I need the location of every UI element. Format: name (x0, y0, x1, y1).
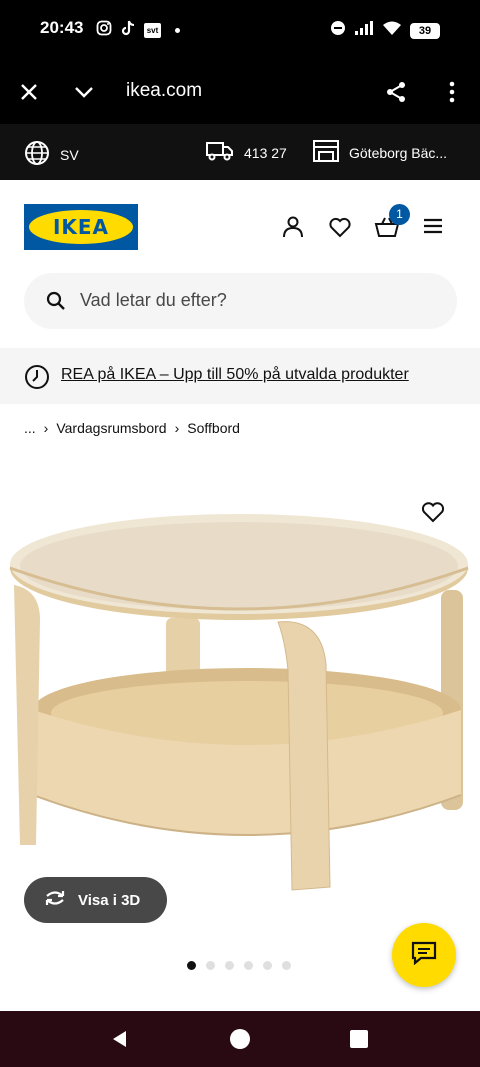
breadcrumb-item[interactable]: Soffbord (187, 420, 240, 436)
add-to-favorites-icon[interactable] (420, 500, 446, 529)
location-strip: SV 413 27 Göteborg Bäc... (0, 124, 480, 180)
url-text[interactable]: ikea.com (126, 80, 202, 102)
back-icon[interactable] (108, 1027, 132, 1051)
store-name: Göteborg Bäc... (349, 144, 448, 161)
recents-icon[interactable] (347, 1027, 371, 1051)
chevron-right-icon: › (174, 420, 180, 436)
share-icon[interactable] (382, 78, 410, 106)
signal-icon (354, 20, 374, 41)
carousel-dot[interactable] (206, 961, 215, 970)
carousel-dot[interactable] (282, 961, 291, 970)
carousel-dot[interactable] (187, 961, 196, 970)
image-carousel-dots (187, 961, 291, 970)
globe-icon (24, 140, 50, 169)
breadcrumb-ellipsis[interactable]: ... (24, 420, 36, 436)
product-image[interactable] (0, 450, 480, 910)
search-icon (46, 291, 66, 316)
store-selector[interactable]: Göteborg Bäc... (313, 140, 447, 165)
promo-banner: REA på IKEA – Upp till 50% på utvalda pr… (0, 348, 480, 404)
rotate-3d-icon (42, 888, 68, 912)
view-in-3d-label: Visa i 3D (78, 891, 141, 909)
truck-icon (206, 140, 234, 165)
battery-icon: 39 (410, 22, 440, 39)
ikea-logo[interactable]: IKEA (24, 204, 138, 250)
search-placeholder: Vad letar du efter? (80, 290, 227, 310)
postal-code-selector[interactable]: 413 27 (206, 140, 287, 165)
profile-icon[interactable] (281, 215, 305, 239)
browser-toolbar: ikea.com (0, 60, 480, 124)
tiktok-icon (120, 20, 136, 41)
heart-icon[interactable] (328, 215, 352, 239)
chat-icon (411, 941, 437, 970)
home-icon[interactable] (228, 1027, 252, 1051)
logo-text: IKEA (52, 215, 110, 239)
site-header: IKEA 1 (0, 180, 480, 272)
carousel-dot[interactable] (244, 961, 253, 970)
breadcrumb-item[interactable]: Vardagsrumsbord (56, 420, 166, 436)
search-input[interactable]: Vad letar du efter? (24, 273, 457, 329)
view-in-3d-button[interactable]: Visa i 3D (24, 877, 167, 923)
carousel-dot[interactable] (263, 961, 272, 970)
cart-count-badge: 1 (389, 204, 410, 225)
promo-link[interactable]: REA på IKEA – Upp till 50% på utvalda pr… (61, 366, 409, 384)
status-bar: 20:43 svt 39 (0, 0, 480, 60)
dnd-icon (330, 20, 346, 41)
more-vert-icon[interactable] (438, 78, 466, 106)
language-label: SV (60, 146, 79, 163)
breadcrumb: ... › Vardagsrumsbord › Soffbord (24, 420, 240, 436)
system-nav-bar (0, 1011, 480, 1067)
wifi-icon (382, 20, 402, 41)
close-icon[interactable] (15, 78, 43, 106)
postal-code: 413 27 (244, 144, 287, 161)
instagram-icon (96, 20, 112, 41)
dot-icon (175, 28, 180, 33)
chevron-right-icon: › (43, 420, 49, 436)
svt-icon: svt (144, 23, 161, 38)
clock-icon (24, 364, 50, 395)
status-time: 20:43 (40, 18, 84, 37)
chevron-down-icon[interactable] (70, 78, 98, 106)
language-selector[interactable]: SV (24, 140, 79, 169)
menu-icon[interactable] (422, 215, 446, 239)
carousel-dot[interactable] (225, 961, 234, 970)
store-icon (313, 140, 339, 165)
chat-button[interactable] (392, 923, 456, 987)
